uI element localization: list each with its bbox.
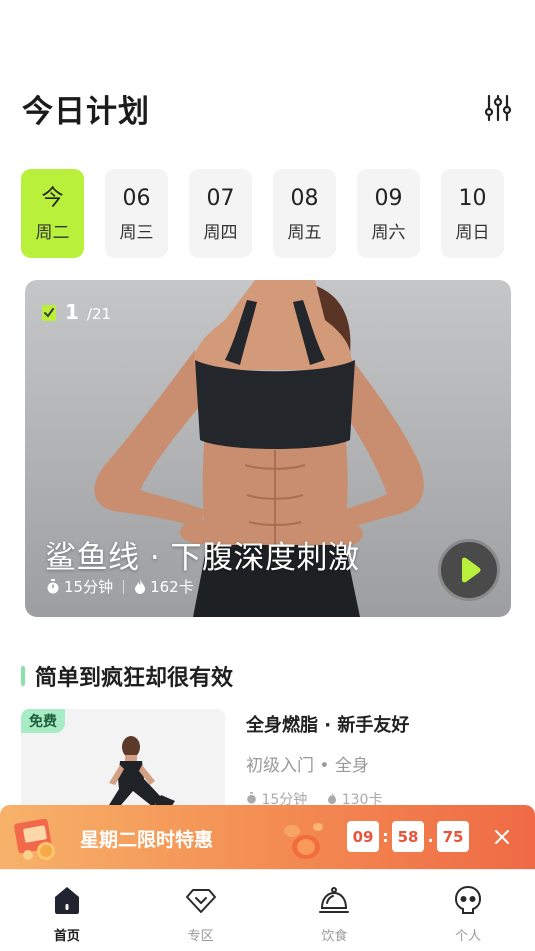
stopwatch-icon bbox=[247, 792, 256, 804]
flame-icon bbox=[328, 792, 337, 804]
checklist-icon bbox=[42, 305, 56, 321]
play-icon bbox=[462, 557, 481, 583]
countdown-timer: 09 : 58 . 75 bbox=[347, 821, 469, 852]
section-header: 简单到疯狂却很有效 bbox=[21, 660, 233, 692]
progress-count: 1 bbox=[65, 300, 79, 324]
countdown-separator: . bbox=[427, 827, 434, 846]
day-weekday: 周五 bbox=[287, 223, 322, 243]
tab-label: 专区 bbox=[187, 929, 214, 944]
day-item-today[interactable]: 今 周二 bbox=[21, 169, 84, 258]
coins-icon bbox=[284, 823, 323, 859]
day-weekday: 周二 bbox=[35, 223, 70, 243]
day-number: 今 bbox=[41, 186, 64, 211]
progress-badge: 1 /21 bbox=[41, 302, 111, 322]
day-item[interactable]: 06 周三 bbox=[105, 169, 168, 258]
tab-label: 个人 bbox=[455, 929, 482, 944]
countdown-separator: : bbox=[382, 827, 389, 846]
day-number: 07 bbox=[206, 186, 235, 211]
tab-label: 饮食 bbox=[321, 929, 348, 944]
workout-calories: 162卡 bbox=[150, 578, 194, 596]
countdown-hours: 09 bbox=[347, 821, 379, 852]
course-thumbnail[interactable]: 免费 bbox=[21, 709, 225, 819]
day-item[interactable]: 10 周日 bbox=[441, 169, 504, 258]
day-weekday: 周三 bbox=[119, 223, 154, 243]
tab-home[interactable]: 首页 bbox=[0, 870, 134, 951]
section-title: 简单到疯狂却很有效 bbox=[35, 666, 234, 691]
header: 今日计划 bbox=[22, 86, 515, 130]
page-title: 今日计划 bbox=[22, 93, 150, 130]
course-title: 全身燃脂 · 新手友好 bbox=[246, 715, 410, 736]
section-accent-bar bbox=[21, 666, 25, 686]
course-subtitle: 初级入门 • 全身 bbox=[246, 756, 369, 776]
progress-total: /21 bbox=[86, 305, 112, 323]
day-item[interactable]: 09 周六 bbox=[357, 169, 420, 258]
promo-text: 星期二限时特惠 bbox=[80, 829, 214, 851]
home-icon bbox=[54, 887, 79, 914]
day-weekday: 周四 bbox=[203, 223, 238, 243]
play-button[interactable] bbox=[438, 539, 500, 601]
meta-divider bbox=[123, 579, 125, 594]
tab-diet[interactable]: 饮食 bbox=[268, 870, 402, 951]
cloche-icon bbox=[319, 887, 350, 913]
tab-label: 首页 bbox=[53, 929, 80, 944]
filter-button[interactable] bbox=[481, 91, 515, 125]
diamond-icon bbox=[185, 889, 216, 913]
day-number: 06 bbox=[122, 186, 151, 211]
sliders-icon bbox=[484, 94, 512, 122]
stopwatch-icon bbox=[47, 579, 59, 594]
bottom-tab-bar: 首页 专区 饮食 个人 bbox=[0, 869, 535, 951]
profile-face-icon bbox=[455, 885, 482, 914]
countdown-centis: 75 bbox=[437, 821, 469, 852]
day-weekday: 周日 bbox=[455, 223, 490, 243]
workout-title: 鲨鱼线 · 下腹深度刺激 bbox=[45, 540, 360, 576]
tab-zone[interactable]: 专区 bbox=[134, 870, 268, 951]
workout-meta: 15分钟 162卡 bbox=[46, 576, 194, 597]
close-icon[interactable] bbox=[490, 825, 514, 849]
day-number: 08 bbox=[290, 186, 319, 211]
promo-banner[interactable]: 星期二限时特惠 09 : 58 . 75 bbox=[0, 805, 535, 869]
day-item[interactable]: 07 周四 bbox=[189, 169, 252, 258]
gift-coupon-icon bbox=[14, 818, 55, 860]
day-number: 09 bbox=[374, 186, 403, 211]
free-tag: 免费 bbox=[21, 709, 65, 733]
featured-workout-card[interactable]: 1 /21 鲨鱼线 · 下腹深度刺激 15分钟 162卡 bbox=[25, 280, 511, 617]
day-number: 10 bbox=[458, 186, 487, 211]
day-weekday: 周六 bbox=[371, 223, 406, 243]
day-item[interactable]: 08 周五 bbox=[273, 169, 336, 258]
flame-icon bbox=[135, 579, 146, 594]
course-card[interactable]: 免费 全身燃脂 · 新手友好 初级入门 • 全身 15分钟 130卡 bbox=[21, 709, 531, 819]
tab-profile[interactable]: 个人 bbox=[401, 870, 535, 951]
workout-duration: 15分钟 bbox=[64, 578, 114, 596]
countdown-minutes: 58 bbox=[392, 821, 424, 852]
day-selector: 今 周二 06 周三 07 周四 08 周五 09 周六 10 周日 bbox=[21, 169, 504, 258]
